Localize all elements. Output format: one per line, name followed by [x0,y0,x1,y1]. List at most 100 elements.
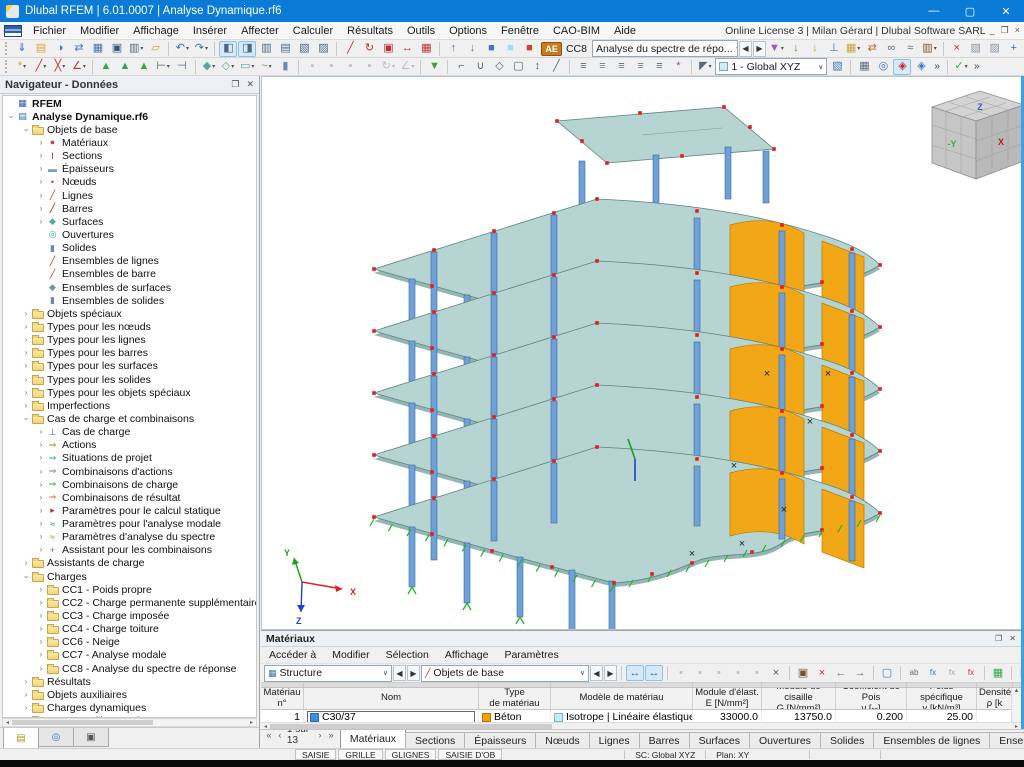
node-marker[interactable] [430,284,434,288]
support-marker[interactable] [462,601,472,611]
objets-de-base-combobox[interactable]: ╱ Objets de base ∨ [421,664,589,682]
first-page-button[interactable]: « [265,730,273,740]
workplane-b-button[interactable]: ◈ [912,59,930,75]
tree-item[interactable]: › ⇒ Combinaisons de résultat [3,491,256,504]
tree-item[interactable]: › CC4 - Charge toiture [3,623,256,636]
tree-item[interactable]: › ≈ Paramètres d'analyse du spectre [3,531,256,544]
column[interactable] [550,338,558,400]
tree-item[interactable]: › CC1 - Poids propre [3,583,256,596]
tree-item[interactable]: › ⇒ Combinaisons d'actions [3,465,256,478]
tree-item[interactable]: › ≈ Paramètres pour l'analyse modale [3,518,256,531]
tbl-2-button[interactable]: ▪ [691,665,709,681]
node-marker[interactable] [372,453,376,457]
abc-search-button[interactable]: ab [905,665,923,681]
cell-material-model[interactable]: Isotrope | Linéaire élastique [551,710,693,722]
viewport-3d[interactable]: × × × × × × × X Y Z Z -Y X [261,76,1024,630]
table-tab-solides[interactable]: Solides [819,732,875,748]
table-menu-sélection[interactable]: Sélection [378,649,437,661]
tree-item[interactable]: › Objets de base [3,123,256,136]
expand-chevron-icon[interactable]: › [36,467,46,476]
node-marker[interactable] [772,147,776,151]
tree-item[interactable]: › Charges dynamiques [3,701,256,714]
fx-button[interactable]: fx [924,665,942,681]
new-surface2-button[interactable]: ◇ ▾ [219,59,237,75]
new-solid-button[interactable]: ▮ [276,59,294,75]
frame-button[interactable]: ⌐ [452,59,470,75]
tbl-window-button[interactable]: ▢ [878,665,896,681]
tree-item[interactable]: › Types pour les solides [3,373,256,386]
menu-fenêtre[interactable]: Fenêtre [494,25,546,37]
table-tab-ensembles-de-lignes[interactable]: Ensembles de lignes [873,732,991,748]
new-rect-button[interactable]: ▭ ▾ [238,59,256,75]
table-gen-button[interactable]: ▦ ▾ [844,41,862,57]
node-marker[interactable] [372,515,376,519]
tree-item[interactable]: › Types pour les nœuds [3,320,256,333]
redo-button[interactable]: ↷ ▾ [192,41,210,57]
expand-chevron-icon[interactable]: › [21,677,31,686]
node-marker[interactable] [432,248,436,252]
dis-3-button[interactable]: ▪ [341,59,359,75]
plane-tool-button[interactable]: ◇ [490,59,508,75]
tree-item[interactable]: › ▬ Épaisseurs [3,163,256,176]
node-marker[interactable] [490,549,494,553]
node-marker[interactable] [748,125,752,129]
column[interactable] [490,480,498,542]
toggle-script-button[interactable]: ▧ [295,41,313,57]
support-marker[interactable] [407,585,417,595]
node-marker[interactable] [372,391,376,395]
node-marker[interactable] [612,581,616,585]
table-menu-paramètres[interactable]: Paramètres [496,649,566,661]
cell-specific-weight[interactable]: 25.00 [907,710,977,722]
cell-material-number[interactable]: 1 [261,710,304,722]
navigator-close-icon[interactable]: ✕ [246,79,254,90]
node-marker[interactable] [850,247,854,251]
menu-calculer[interactable]: Calculer [286,25,340,37]
expand-chevron-icon[interactable]: › [36,546,46,554]
gen-members3-button[interactable]: ▲ [135,59,153,75]
menu-options[interactable]: Options [442,25,494,37]
tbl-1-button[interactable]: ▪ [672,665,690,681]
node-marker[interactable] [680,154,684,158]
tree-item[interactable]: › Assistants de charge [3,557,256,570]
expand-chevron-icon[interactable]: › [21,349,31,357]
tree-item[interactable]: › ● Matériaux [3,136,256,149]
expand-chevron-icon[interactable]: › [21,388,31,397]
node-marker[interactable] [552,211,556,215]
edge-3-button[interactable]: ≡ [612,59,630,75]
swatch-red-button[interactable]: ■ [520,41,538,57]
del-row-button[interactable]: × [813,665,831,681]
menu-affichage[interactable]: Affichage [126,25,186,37]
surface-center-marker[interactable]: × [764,368,770,380]
node-marker[interactable] [552,459,556,463]
fx-off-button[interactable]: fx [943,665,961,681]
views-navigator-tab[interactable]: ▣ [73,728,109,747]
tree-item[interactable]: › Types pour les lignes [3,334,256,347]
tree-item[interactable]: › Types pour les surfaces [3,360,256,373]
expand-chevron-icon[interactable]: › [21,309,31,318]
table-tab-lignes[interactable]: Lignes [588,732,640,748]
expand-chevron-icon[interactable]: › [36,533,46,541]
cell-material-type[interactable]: Béton [479,710,551,722]
expand-chevron-icon[interactable]: › [36,138,46,147]
node-marker[interactable] [780,285,784,289]
expand-chevron-icon[interactable]: › [36,612,46,620]
node-marker[interactable] [432,434,436,438]
tree-item[interactable]: › CC2 - Charge permanente supplémentaire [3,596,256,609]
tree-item[interactable]: › CC6 - Neige [3,636,256,649]
tree-item[interactable]: › Types pour les objets spéciaux [3,386,256,399]
col-plus-button[interactable]: → [851,665,869,681]
edge-4-button[interactable]: ≡ [631,59,649,75]
cell-elastic-modulus[interactable]: 33000.0 [693,710,762,722]
table-menu-modifier[interactable]: Modifier [324,649,377,661]
expand-chevron-icon[interactable]: › [36,428,46,436]
render-mode-button[interactable]: ▧ [828,59,846,75]
print-button[interactable]: ▥ ▾ [127,41,145,57]
node-marker[interactable] [555,119,559,123]
swatch-cyan-button[interactable]: ■ [501,41,519,57]
calc-button[interactable]: ▦ [1016,665,1021,681]
select-rel-button[interactable]: ↔ [626,665,644,681]
expand-chevron-icon[interactable]: › [21,336,31,344]
previous-button[interactable]: ◀ [738,40,752,57]
workplane-a-button[interactable]: ◈ [893,58,912,75]
minimize-button[interactable]: — [916,0,952,22]
